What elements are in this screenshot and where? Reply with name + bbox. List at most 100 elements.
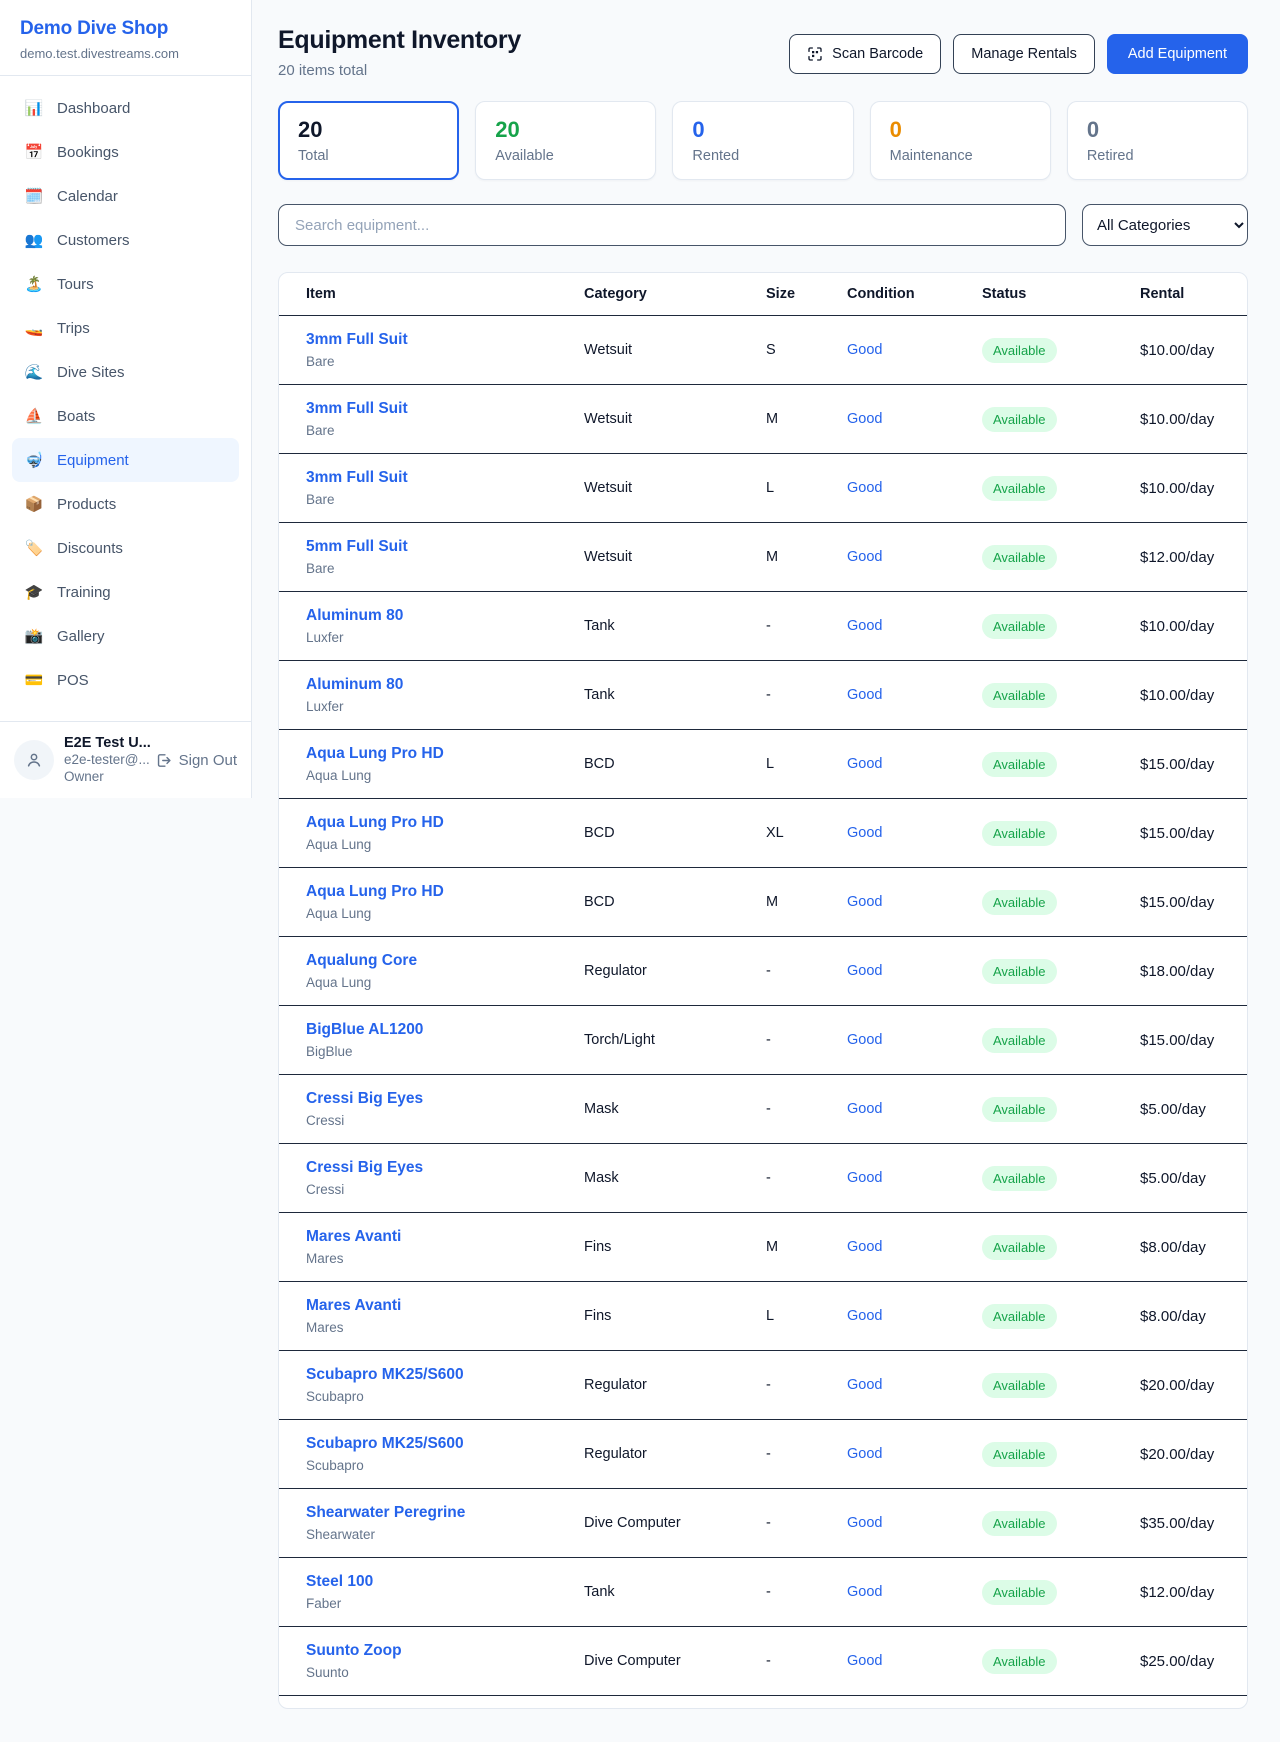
condition-link[interactable]: Good bbox=[847, 1515, 882, 1531]
condition-link[interactable]: Good bbox=[847, 1170, 882, 1186]
item-name-link[interactable]: Shearwater Peregrine bbox=[306, 1504, 584, 1522]
sidebar-item[interactable]: ⛵ Boats bbox=[12, 394, 239, 438]
condition-link[interactable]: Good bbox=[847, 1308, 882, 1324]
condition-link[interactable]: Good bbox=[847, 480, 882, 496]
add-equipment-button[interactable]: Add Equipment bbox=[1107, 34, 1248, 74]
condition-link[interactable]: Good bbox=[847, 1446, 882, 1462]
nav-item-icon: 📊 bbox=[24, 99, 44, 117]
item-name-link[interactable]: Cressi Big Eyes bbox=[306, 1159, 584, 1177]
category-cell: Tank bbox=[584, 1584, 766, 1600]
condition-link[interactable]: Good bbox=[847, 1101, 882, 1117]
item-name-link[interactable]: Scubapro MK25/S600 bbox=[306, 1366, 584, 1384]
sidebar-item[interactable]: 📦 Products bbox=[12, 482, 239, 526]
condition-link[interactable]: Good bbox=[847, 618, 882, 634]
stat-card[interactable]: 0 Maintenance bbox=[870, 101, 1051, 180]
status-cell: Available bbox=[982, 614, 1140, 639]
sign-out-label: Sign Out bbox=[179, 752, 237, 769]
scan-barcode-button[interactable]: Scan Barcode bbox=[789, 34, 941, 74]
column-header: Condition bbox=[847, 286, 982, 302]
condition-link[interactable]: Good bbox=[847, 1653, 882, 1669]
item-name-link[interactable]: Suunto Zoop bbox=[306, 1642, 584, 1660]
condition-link[interactable]: Good bbox=[847, 756, 882, 772]
condition-link[interactable]: Good bbox=[847, 825, 882, 841]
status-cell: Available bbox=[982, 1649, 1140, 1674]
condition-link[interactable]: Good bbox=[847, 1584, 882, 1600]
sidebar-user-footer: E2E Test U... e2e-tester@... Owner Sign … bbox=[0, 721, 251, 798]
item-name-link[interactable]: Aqualung Core bbox=[306, 952, 584, 970]
stat-card[interactable]: 20 Total bbox=[278, 101, 459, 180]
item-name-link[interactable]: 3mm Full Suit bbox=[306, 469, 584, 487]
sidebar-item[interactable]: 📅 Bookings bbox=[12, 130, 239, 174]
size-cell: - bbox=[766, 1170, 847, 1186]
sidebar-item[interactable]: 🏝️ Tours bbox=[12, 262, 239, 306]
nav-item-icon: 👥 bbox=[24, 231, 44, 249]
stat-card[interactable]: 0 Rented bbox=[672, 101, 853, 180]
status-badge: Available bbox=[982, 1097, 1057, 1122]
condition-cell: Good bbox=[847, 1169, 982, 1187]
condition-cell: Good bbox=[847, 341, 982, 359]
barcode-scan-icon bbox=[807, 46, 823, 62]
stat-card[interactable]: 20 Available bbox=[475, 101, 656, 180]
item-name-link[interactable]: Scubapro MK25/S600 bbox=[306, 1435, 584, 1453]
sidebar-item[interactable]: 👥 Customers bbox=[12, 218, 239, 262]
size-cell: M bbox=[766, 894, 847, 910]
sidebar-item[interactable]: 🌊 Dive Sites bbox=[12, 350, 239, 394]
manage-rentals-button[interactable]: Manage Rentals bbox=[953, 34, 1095, 74]
item-brand: Aqua Lung bbox=[306, 768, 584, 783]
condition-link[interactable]: Good bbox=[847, 894, 882, 910]
table-row: Shearwater Peregrine Shearwater Dive Com… bbox=[279, 1489, 1247, 1558]
item-name-link[interactable]: Mares Avanti bbox=[306, 1297, 584, 1315]
category-cell: BCD bbox=[584, 756, 766, 772]
sidebar-item[interactable]: 🎓 Training bbox=[12, 570, 239, 614]
item-name-link[interactable]: 5mm Full Suit bbox=[306, 538, 584, 556]
stat-label: Available bbox=[495, 148, 636, 164]
item-brand: Aqua Lung bbox=[306, 906, 584, 921]
condition-link[interactable]: Good bbox=[847, 687, 882, 703]
item-brand: Cressi bbox=[306, 1113, 584, 1128]
nav-item-label: Bookings bbox=[57, 144, 119, 161]
table-row: Mares Avanti Mares Fins L Good Available… bbox=[279, 1282, 1247, 1351]
sidebar-item[interactable]: 🏷️ Discounts bbox=[12, 526, 239, 570]
status-cell: Available bbox=[982, 959, 1140, 984]
item-name-link[interactable]: Aluminum 80 bbox=[306, 607, 584, 625]
item-name-link[interactable]: BigBlue AL1200 bbox=[306, 1021, 584, 1039]
brand-name[interactable]: Demo Dive Shop bbox=[20, 18, 231, 40]
sidebar-item[interactable]: 💳 POS bbox=[12, 658, 239, 702]
item-name-link[interactable]: 3mm Full Suit bbox=[306, 400, 584, 418]
rental-price: $25.00/day bbox=[1140, 1653, 1220, 1670]
condition-link[interactable]: Good bbox=[847, 1377, 882, 1393]
condition-link[interactable]: Good bbox=[847, 1032, 882, 1048]
condition-link[interactable]: Good bbox=[847, 549, 882, 565]
category-select[interactable]: All Categories bbox=[1082, 204, 1248, 246]
item-name-link[interactable]: Aluminum 80 bbox=[306, 676, 584, 694]
search-input[interactable] bbox=[278, 204, 1066, 246]
size-cell: S bbox=[766, 342, 847, 358]
condition-link[interactable]: Good bbox=[847, 342, 882, 358]
item-name-link[interactable]: Aqua Lung Pro HD bbox=[306, 745, 584, 763]
condition-link[interactable]: Good bbox=[847, 411, 882, 427]
sidebar-item[interactable]: 🗓️ Calendar bbox=[12, 174, 239, 218]
column-header: Size bbox=[766, 286, 847, 302]
stat-card[interactable]: 0 Retired bbox=[1067, 101, 1248, 180]
sign-out-button[interactable]: Sign Out bbox=[155, 752, 237, 769]
table-row: BigBlue AL1200 BigBlue Torch/Light - Goo… bbox=[279, 1006, 1247, 1075]
status-cell: Available bbox=[982, 476, 1140, 501]
main-content: Equipment Inventory 20 items total Scan … bbox=[252, 0, 1280, 1725]
item-name-link[interactable]: 3mm Full Suit bbox=[306, 331, 584, 349]
nav-item-label: Customers bbox=[57, 232, 130, 249]
item-name-link[interactable]: Aqua Lung Pro HD bbox=[306, 883, 584, 901]
sidebar-item[interactable]: 🚤 Trips bbox=[12, 306, 239, 350]
item-name-link[interactable]: Mares Avanti bbox=[306, 1228, 584, 1246]
sidebar-item[interactable]: 📸 Gallery bbox=[12, 614, 239, 658]
item-name-link[interactable]: Cressi Big Eyes bbox=[306, 1090, 584, 1108]
condition-link[interactable]: Good bbox=[847, 1239, 882, 1255]
category-cell: Regulator bbox=[584, 1377, 766, 1393]
table-row: Cressi Big Eyes Cressi Mask - Good Avail… bbox=[279, 1144, 1247, 1213]
sidebar-item[interactable]: 📊 Dashboard bbox=[12, 86, 239, 130]
status-cell: Available bbox=[982, 1235, 1140, 1260]
item-name-link[interactable]: Steel 100 bbox=[306, 1573, 584, 1591]
condition-cell: Good bbox=[847, 824, 982, 842]
condition-link[interactable]: Good bbox=[847, 963, 882, 979]
item-name-link[interactable]: Aqua Lung Pro HD bbox=[306, 814, 584, 832]
sidebar-item[interactable]: 🤿 Equipment bbox=[12, 438, 239, 482]
